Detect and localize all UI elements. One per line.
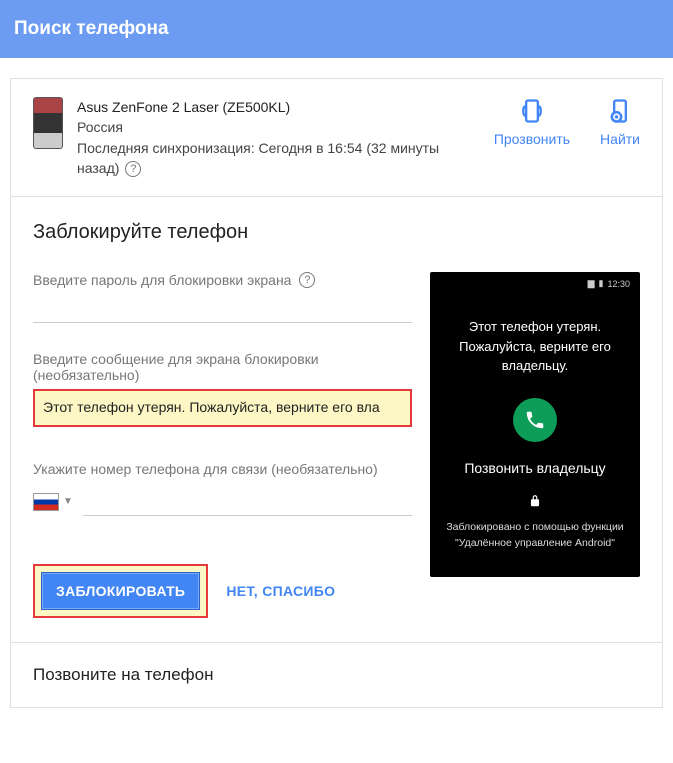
lock-icon xyxy=(528,494,542,511)
phone-icon xyxy=(524,409,546,431)
skip-button[interactable]: НЕТ, СПАСИБО xyxy=(226,583,335,599)
locked-via-label: Заблокировано с помощью функции xyxy=(446,519,623,536)
device-thumbnail xyxy=(33,97,63,149)
callback-phone-input[interactable] xyxy=(83,487,412,516)
preview-statusbar: ▆ ▮ 12:30 xyxy=(440,278,630,289)
lock-form: Введите пароль для блокировки экрана ? В… xyxy=(33,272,430,618)
device-info: Asus ZenFone 2 Laser (ZE500KL) Россия По… xyxy=(77,97,482,178)
password-input[interactable] xyxy=(33,294,412,323)
device-name: Asus ZenFone 2 Laser (ZE500KL) xyxy=(77,97,482,117)
ring-section[interactable]: Позвоните на телефон xyxy=(11,643,662,707)
ring-action[interactable]: Прозвонить xyxy=(494,97,570,147)
flag-russia-icon[interactable] xyxy=(33,493,59,511)
device-sync: Последняя синхронизация: Сегодня в 16:54… xyxy=(77,138,482,179)
message-label: Введите сообщение для экрана блокировки … xyxy=(33,351,412,383)
call-button xyxy=(513,398,557,442)
lock-title: Заблокируйте телефон xyxy=(33,221,640,244)
device-actions: Прозвонить Найти xyxy=(494,97,640,178)
phone-label: Укажите номер телефона для связи (необяз… xyxy=(33,461,412,477)
message-highlight xyxy=(33,389,412,427)
find-action[interactable]: Найти xyxy=(600,97,640,147)
app-title: Поиск телефона xyxy=(14,18,169,40)
device-location: Россия xyxy=(77,117,482,137)
chevron-down-icon[interactable]: ▼ xyxy=(63,496,73,507)
lock-preview: ▆ ▮ 12:30 Этот телефон утерян. Пожалуйст… xyxy=(430,272,640,618)
signal-icon: ▆ xyxy=(588,278,595,289)
main-card: Asus ZenFone 2 Laser (ZE500KL) Россия По… xyxy=(10,78,663,708)
help-icon[interactable]: ? xyxy=(299,272,315,288)
battery-icon: ▮ xyxy=(599,278,604,289)
phone-row: ▼ xyxy=(33,487,412,516)
preview-time: 12:30 xyxy=(607,279,630,289)
ring-section-title: Позвоните на телефон xyxy=(33,665,213,684)
button-row: ЗАБЛОКИРОВАТЬ НЕТ, СПАСИБО xyxy=(33,564,412,618)
lock-section: Заблокируйте телефон Введите пароль для … xyxy=(11,197,662,643)
app-header: Поиск телефона xyxy=(0,0,673,58)
service-label: "Удалённое управление Android" xyxy=(455,535,615,552)
ring-icon xyxy=(518,97,546,125)
lock-button-highlight: ЗАБЛОКИРОВАТЬ xyxy=(33,564,208,618)
find-icon xyxy=(606,97,634,125)
phone-preview: ▆ ▮ 12:30 Этот телефон утерян. Пожалуйст… xyxy=(430,272,640,577)
password-label: Введите пароль для блокировки экрана ? xyxy=(33,272,412,288)
call-owner-label: Позвонить владельцу xyxy=(464,460,605,476)
preview-message: Этот телефон утерян. Пожалуйста, верните… xyxy=(440,317,630,376)
device-section: Asus ZenFone 2 Laser (ZE500KL) Россия По… xyxy=(11,79,662,197)
lock-button[interactable]: ЗАБЛОКИРОВАТЬ xyxy=(41,572,200,610)
help-icon[interactable]: ? xyxy=(125,161,141,177)
message-input[interactable] xyxy=(43,399,402,415)
